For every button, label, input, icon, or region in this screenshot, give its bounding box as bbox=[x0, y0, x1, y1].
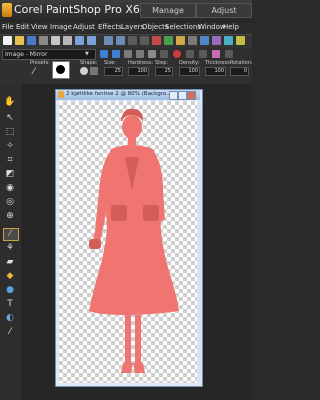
rotate-icon[interactable] bbox=[176, 36, 185, 45]
undo-icon[interactable] bbox=[75, 36, 84, 45]
menu-window[interactable]: Window bbox=[198, 23, 226, 31]
record-script-icon[interactable] bbox=[173, 50, 181, 58]
brush-variance-icon[interactable] bbox=[225, 50, 233, 58]
save-icon[interactable] bbox=[27, 36, 36, 45]
thickness-label: Thickness: bbox=[205, 60, 232, 66]
crop-to-selection-icon[interactable] bbox=[152, 36, 161, 45]
figure-image bbox=[89, 108, 179, 373]
batch-process-icon[interactable] bbox=[199, 50, 207, 58]
shape-square-icon[interactable] bbox=[90, 67, 98, 75]
actual-size-icon[interactable] bbox=[140, 36, 149, 45]
paint-icon[interactable] bbox=[212, 50, 220, 58]
zoom-in-icon[interactable] bbox=[104, 36, 113, 45]
menu-selections[interactable]: Selections bbox=[165, 23, 201, 31]
menu-layers[interactable]: Layers bbox=[121, 23, 144, 31]
script-select[interactable]: Image - Mirror bbox=[2, 49, 96, 60]
pick-icon[interactable]: ↖ bbox=[4, 113, 16, 123]
select-icon[interactable]: ⬚ bbox=[4, 127, 16, 137]
close-button[interactable] bbox=[187, 91, 196, 100]
hardness-input[interactable]: 100 bbox=[128, 67, 149, 76]
hardness-label: Hardness: bbox=[128, 60, 154, 66]
brush-preset-icon[interactable]: ⁄ bbox=[33, 67, 43, 77]
makeover-icon[interactable]: ◉ bbox=[4, 183, 16, 193]
fit-window-icon[interactable] bbox=[128, 36, 137, 45]
menu-effects[interactable]: Effects bbox=[98, 23, 122, 31]
minimize-button[interactable] bbox=[169, 91, 178, 100]
color-changer-icon[interactable]: ● bbox=[4, 285, 16, 295]
figure-silhouette bbox=[89, 108, 179, 373]
text-icon[interactable]: T bbox=[4, 299, 16, 309]
menu-view[interactable]: View bbox=[31, 23, 48, 31]
pause-script-icon[interactable] bbox=[136, 50, 144, 58]
thickness-input[interactable]: 100 bbox=[205, 67, 226, 76]
crop-icon[interactable]: ⌗ bbox=[4, 155, 16, 165]
step-label: Step: bbox=[155, 60, 169, 66]
size-input[interactable]: 25 bbox=[104, 67, 123, 76]
script-options-icon[interactable] bbox=[186, 50, 194, 58]
stop-script-icon[interactable] bbox=[124, 50, 132, 58]
retouch-icon[interactable]: ⚘ bbox=[4, 243, 16, 253]
density-input[interactable]: 100 bbox=[179, 67, 200, 76]
copy-icon[interactable] bbox=[51, 36, 60, 45]
document-title: 2 kjøttlike fentise 2 @ 80% (Backgro... bbox=[66, 91, 172, 97]
print-icon[interactable] bbox=[39, 36, 48, 45]
fill-icon[interactable]: ◆ bbox=[4, 271, 16, 281]
eraser-icon[interactable]: ▰ bbox=[4, 257, 16, 267]
run-script-icon[interactable] bbox=[100, 50, 108, 58]
maximize-button[interactable] bbox=[178, 91, 187, 100]
shape-round-icon[interactable] bbox=[80, 67, 88, 75]
step-input[interactable]: 25 bbox=[155, 67, 173, 76]
histogram-icon[interactable] bbox=[224, 36, 233, 45]
materials-palette-icon[interactable] bbox=[212, 36, 221, 45]
brush-icon[interactable]: ⁄ bbox=[4, 229, 16, 239]
save-script-icon[interactable] bbox=[148, 50, 156, 58]
paste-icon[interactable] bbox=[63, 36, 72, 45]
freehand-select-icon[interactable]: ✧ bbox=[4, 141, 16, 151]
rotation-label: Rotation: bbox=[230, 60, 253, 66]
rotation-input[interactable]: 0 bbox=[230, 67, 249, 76]
straighten-icon[interactable]: ◩ bbox=[4, 169, 16, 179]
menu-edit[interactable]: Edit bbox=[16, 23, 30, 31]
resize-icon[interactable] bbox=[164, 36, 173, 45]
edit-script-icon[interactable] bbox=[112, 50, 120, 58]
density-label: Density: bbox=[179, 60, 200, 66]
display-script-icon[interactable] bbox=[160, 50, 168, 58]
size-label: Size: bbox=[104, 60, 116, 66]
zoom-out-icon[interactable] bbox=[116, 36, 125, 45]
clone-icon[interactable]: ⊕ bbox=[4, 211, 16, 221]
redo-icon[interactable] bbox=[87, 36, 96, 45]
vertical-scrollbar[interactable] bbox=[197, 101, 201, 383]
pen-icon[interactable]: ⁄ bbox=[4, 327, 16, 337]
document-icon bbox=[58, 91, 64, 98]
app-title: Corel PaintShop Pro X6 bbox=[14, 3, 140, 16]
presets-label: Presets: bbox=[30, 60, 50, 66]
menu-file[interactable]: File bbox=[2, 23, 14, 31]
layers-palette-icon[interactable] bbox=[200, 36, 209, 45]
menu-image[interactable]: Image bbox=[50, 23, 72, 31]
menu-adjust[interactable]: Adjust bbox=[73, 23, 95, 31]
pan-icon[interactable]: ✋ bbox=[4, 97, 16, 107]
app-logo-icon bbox=[2, 3, 12, 17]
brush-tip-dot-icon bbox=[56, 65, 65, 74]
shape-label: Shape: bbox=[80, 60, 98, 66]
new-icon[interactable] bbox=[3, 36, 12, 45]
red-eye-icon[interactable]: ◎ bbox=[4, 197, 16, 207]
grid-icon[interactable] bbox=[188, 36, 197, 45]
tab-adjust[interactable]: Adjust bbox=[196, 3, 252, 18]
menu-help[interactable]: Help bbox=[223, 23, 239, 31]
overview-icon[interactable] bbox=[236, 36, 245, 45]
tab-manage[interactable]: Manage bbox=[140, 3, 196, 18]
chevron-down-icon: ▼ bbox=[85, 51, 89, 57]
open-icon[interactable] bbox=[15, 36, 24, 45]
preset-shape-icon[interactable]: ◐ bbox=[4, 313, 16, 323]
